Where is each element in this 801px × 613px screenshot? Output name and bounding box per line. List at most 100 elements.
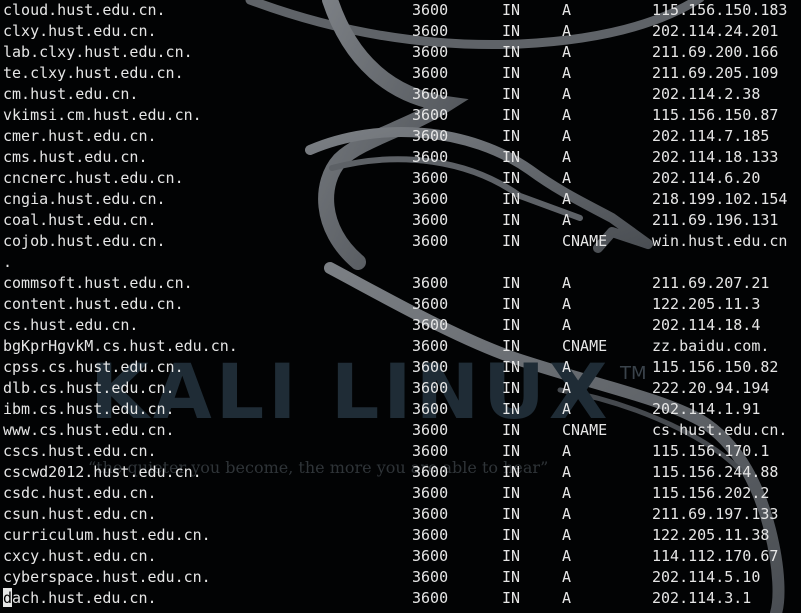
record-name: cojob.hust.edu.cn. xyxy=(3,232,166,250)
record-type: A xyxy=(562,526,572,544)
record-name: csun.hust.edu.cn. xyxy=(3,505,157,523)
record-name: ibm.cs.hust.edu.cn. xyxy=(3,400,175,418)
record-ttl: 3600 xyxy=(412,400,449,418)
record-name: cxcy.hust.edu.cn. xyxy=(3,547,157,565)
record-data: 115.156.150.87 xyxy=(652,106,779,124)
record-ttl: 3600 xyxy=(412,463,449,481)
record-data: 202.114.24.201 xyxy=(652,22,779,40)
dns-record-row: cxcy.hust.edu.cn. 3600 IN A 114.112.170.… xyxy=(0,546,801,567)
record-type: CNAME xyxy=(562,232,608,250)
record-data: 115.156.150.82 xyxy=(652,358,779,376)
record-name: te.clxy.hust.edu.cn. xyxy=(3,64,184,82)
record-ttl: 3600 xyxy=(412,169,449,187)
record-data: 202.114.18.133 xyxy=(652,148,779,166)
record-data: 122.205.11.38 xyxy=(652,526,770,544)
record-class: IN xyxy=(502,484,521,502)
record-class: IN xyxy=(502,64,521,82)
record-ttl: 3600 xyxy=(412,64,449,82)
record-ttl: 3600 xyxy=(412,358,449,376)
dns-record-row: coal.hust.edu.cn. 3600 IN A 211.69.196.1… xyxy=(0,210,801,231)
record-class: IN xyxy=(502,526,521,544)
record-type: A xyxy=(562,106,572,124)
record-class: IN xyxy=(502,85,521,103)
record-ttl: 3600 xyxy=(412,316,449,334)
record-data: 114.112.170.67 xyxy=(652,547,779,565)
dns-record-row: csdc.hust.edu.cn. 3600 IN A 115.156.202.… xyxy=(0,483,801,504)
record-class: IN xyxy=(502,274,521,292)
dns-record-row: cncnerc.hust.edu.cn. 3600 IN A 202.114.6… xyxy=(0,168,801,189)
dns-record-row: ibm.cs.hust.edu.cn. 3600 IN A 202.114.1.… xyxy=(0,399,801,420)
record-ttl: 3600 xyxy=(412,526,449,544)
record-ttl: 3600 xyxy=(412,190,449,208)
record-class: IN xyxy=(502,232,521,250)
record-class: IN xyxy=(502,127,521,145)
record-ttl: 3600 xyxy=(412,106,449,124)
record-data: zz.baidu.com. xyxy=(652,337,770,355)
record-ttl: 3600 xyxy=(412,547,449,565)
dns-record-row: content.hust.edu.cn. 3600 IN A 122.205.1… xyxy=(0,294,801,315)
dns-record-row: lab.clxy.hust.edu.cn. 3600 IN A 211.69.2… xyxy=(0,42,801,63)
record-class: IN xyxy=(502,1,521,19)
record-class: IN xyxy=(502,295,521,313)
record-name: cmer.hust.edu.cn. xyxy=(3,127,157,145)
record-data: 211.69.197.133 xyxy=(652,505,779,523)
record-class: IN xyxy=(502,148,521,166)
dns-record-row: cms.hust.edu.cn. 3600 IN A 202.114.18.13… xyxy=(0,147,801,168)
record-name: commsoft.hust.edu.cn. xyxy=(3,274,193,292)
record-data: 115.156.244.88 xyxy=(652,463,779,481)
dns-record-row: clxy.hust.edu.cn. 3600 IN A 202.114.24.2… xyxy=(0,21,801,42)
record-type: CNAME xyxy=(562,337,608,355)
record-data: 202.114.5.10 xyxy=(652,568,761,586)
record-class: IN xyxy=(502,211,521,229)
record-data: 211.69.207.21 xyxy=(652,274,770,292)
record-data: win.hust.edu.cn xyxy=(652,232,788,250)
record-data: cs.hust.edu.cn. xyxy=(652,421,788,439)
record-data: 218.199.102.154 xyxy=(652,190,788,208)
record-type: A xyxy=(562,589,572,607)
record-name: dlb.cs.hust.edu.cn. xyxy=(3,379,175,397)
record-ttl: 3600 xyxy=(412,127,449,145)
record-ttl: 3600 xyxy=(412,85,449,103)
record-class: IN xyxy=(502,106,521,124)
dns-record-row: cngia.hust.edu.cn. 3600 IN A 218.199.102… xyxy=(0,189,801,210)
record-data: 115.156.202.2 xyxy=(652,484,770,502)
record-type: A xyxy=(562,547,572,565)
dns-record-row: vkimsi.cm.hust.edu.cn. 3600 IN A 115.156… xyxy=(0,105,801,126)
record-name: cscwd2012.hust.edu.cn. xyxy=(3,463,202,481)
record-class: IN xyxy=(502,463,521,481)
record-ttl: 3600 xyxy=(412,43,449,61)
record-name: clxy.hust.edu.cn. xyxy=(3,22,157,40)
record-ttl: 3600 xyxy=(412,1,449,19)
record-ttl: 3600 xyxy=(412,589,449,607)
record-data: 122.205.11.3 xyxy=(652,295,761,313)
dns-record-row: cm.hust.edu.cn. 3600 IN A 202.114.2.38 xyxy=(0,84,801,105)
record-class: IN xyxy=(502,358,521,376)
record-class: IN xyxy=(502,505,521,523)
record-ttl: 3600 xyxy=(412,442,449,460)
terminal-window[interactable]: KALI LINUX TM “the quieter you become, t… xyxy=(0,0,801,613)
record-name: coal.hust.edu.cn. xyxy=(3,211,157,229)
record-type: A xyxy=(562,211,572,229)
record-data: 202.114.6.20 xyxy=(652,169,761,187)
record-type: A xyxy=(562,1,572,19)
record-class: IN xyxy=(502,316,521,334)
record-data: 222.20.94.194 xyxy=(652,379,770,397)
record-ttl: 3600 xyxy=(412,337,449,355)
record-type: A xyxy=(562,463,572,481)
record-class: IN xyxy=(502,43,521,61)
dns-record-row: bgKprHgvkM.cs.hust.edu.cn. 3600 IN CNAME… xyxy=(0,336,801,357)
record-type: A xyxy=(562,484,572,502)
record-type: A xyxy=(562,43,572,61)
dns-record-row: cloud.hust.edu.cn. 3600 IN A 115.156.150… xyxy=(0,0,801,21)
record-name: cpss.cs.hust.edu.cn. xyxy=(3,358,184,376)
record-type: A xyxy=(562,316,572,334)
record-ttl: 3600 xyxy=(412,568,449,586)
record-type: A xyxy=(562,85,572,103)
record-data: 211.69.196.131 xyxy=(652,211,779,229)
dns-record-row: te.clxy.hust.edu.cn. 3600 IN A 211.69.20… xyxy=(0,63,801,84)
dns-record-row: dach.hust.edu.cn. 3600 IN A 202.114.3.1 … xyxy=(0,588,801,609)
record-type: A xyxy=(562,190,572,208)
record-name: cscs.hust.edu.cn. xyxy=(3,442,157,460)
record-ttl: 3600 xyxy=(412,421,449,439)
record-name: content.hust.edu.cn. xyxy=(3,295,184,313)
